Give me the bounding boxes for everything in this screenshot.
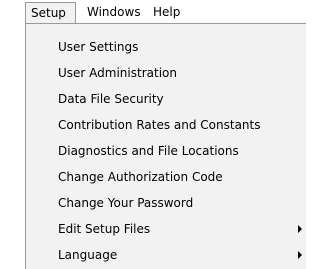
menu-item-edit-setup-files[interactable]: Edit Setup Files [26, 217, 306, 241]
setup-dropdown-menu: User Settings User Administration Data F… [25, 23, 306, 269]
submenu-arrow-icon [298, 225, 302, 233]
menu-item-data-file-security[interactable]: Data File Security [26, 87, 306, 111]
menu-item-diagnostics[interactable]: Diagnostics and File Locations [26, 139, 306, 163]
menu-item-language[interactable]: Language [26, 243, 306, 267]
menu-item-label: Change Your Password [58, 196, 194, 210]
menu-item-label: Data File Security [58, 92, 164, 106]
menu-item-label: User Administration [58, 66, 177, 80]
menu-item-label: User Settings [58, 40, 139, 54]
menu-help-label: Help [153, 5, 181, 19]
menu-windows-label: Windows [87, 5, 141, 19]
menu-item-label: Change Authorization Code [58, 170, 223, 184]
menu-windows[interactable]: Windows [82, 2, 146, 24]
menu-item-contribution-rates[interactable]: Contribution Rates and Constants [26, 113, 306, 137]
menu-bar: Setup Windows Help [0, 0, 306, 24]
menu-setup[interactable]: Setup [25, 2, 76, 24]
menu-item-label: Contribution Rates and Constants [58, 118, 261, 132]
menu-item-user-settings[interactable]: User Settings [26, 35, 306, 59]
menu-item-change-password[interactable]: Change Your Password [26, 191, 306, 215]
menu-item-label: Edit Setup Files [58, 222, 151, 236]
menu-setup-label: Setup [31, 6, 66, 20]
menu-item-user-administration[interactable]: User Administration [26, 61, 306, 85]
menu-help[interactable]: Help [148, 2, 185, 24]
submenu-arrow-icon [298, 251, 302, 259]
menu-item-change-authorization-code[interactable]: Change Authorization Code [26, 165, 306, 189]
menu-item-label: Diagnostics and File Locations [58, 144, 239, 158]
menu-item-label: Language [58, 248, 118, 262]
